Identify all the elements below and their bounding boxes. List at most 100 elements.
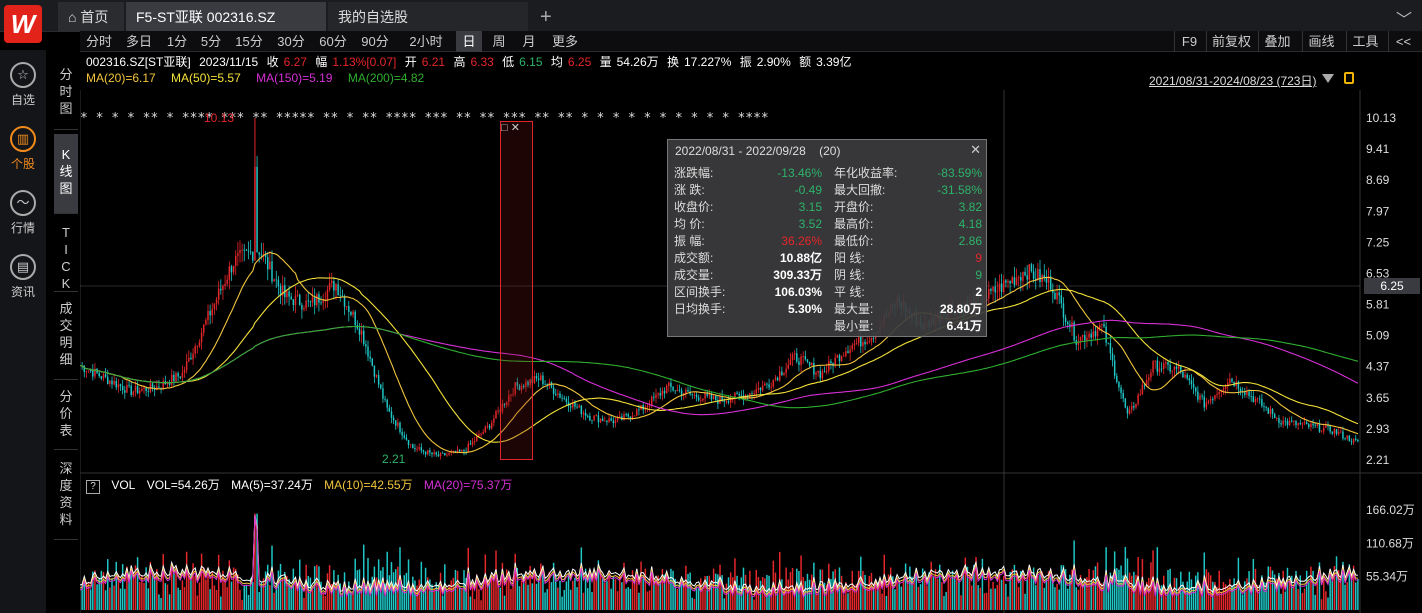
volume-bar [958,579,960,610]
candle-body [868,341,871,343]
collapse-panel-button[interactable]: << [1388,31,1418,52]
stat-label: 振 幅: [674,234,705,248]
candle-body [444,452,446,456]
period-day[interactable]: 日 [456,31,482,52]
volume-bar [488,582,491,610]
volume-tick-label: 166.02万 [1366,503,1415,517]
volume-bar [804,581,807,610]
chevron-down-icon[interactable]: ﹀ [1396,6,1412,30]
candle-body [719,396,721,404]
high-label: 高 [453,55,466,69]
candle-body [87,370,90,372]
selection-controls[interactable]: □ ✕ [501,121,520,134]
vtab-depth-data[interactable]: 深度资料 [54,456,78,540]
candle-body [992,286,994,291]
volume-bar [1320,599,1323,610]
tools-button[interactable]: 工具 [1346,31,1384,52]
candle-body [365,344,367,347]
candle-body [420,447,423,451]
stat-row: 收盘价: 3.15 [674,199,822,216]
candle-body [1318,424,1321,432]
candle-body [224,283,226,286]
candle-body [337,284,339,296]
candle-body [665,385,668,394]
volume-bar [994,588,996,610]
candle-body [433,452,435,455]
volume-bar [115,561,118,610]
period-5min[interactable]: 5分 [196,31,226,52]
period-month[interactable]: 月 [516,31,542,52]
maximize-icon[interactable]: □ [501,122,508,134]
period-60min[interactable]: 60分 [314,31,352,52]
volume-bar [1308,581,1310,610]
period-2hour[interactable]: 2小时 [398,31,454,52]
period-more[interactable]: 更多 [546,31,584,52]
vtab-price-table[interactable]: 分价表 [54,384,78,450]
volume-bar [753,599,755,610]
candle-body [469,443,472,445]
close-icon[interactable]: ✕ [970,142,981,158]
candle-body [554,393,557,395]
candle-body [392,417,395,421]
lock-icon[interactable] [1344,72,1354,84]
draw-line-button[interactable]: 画线 [1302,31,1340,52]
tab-home[interactable]: ⌂ 首页 [58,2,124,32]
candle-body [1032,271,1035,279]
volume-bar [217,554,220,610]
volume-bar [124,588,126,610]
candle-body [1030,264,1033,272]
vtab-timeshare[interactable]: 分时图 [54,66,78,130]
volume-bar [898,580,900,610]
sidebar-item-news[interactable]: ▤ 资讯 [0,254,46,300]
stat-value: 3.52 [798,217,822,231]
candle-body [857,336,860,343]
candle-body [1271,408,1274,414]
tab-stock[interactable]: F5-ST亚联 002316.SZ [126,2,326,32]
volume-bar [292,568,295,610]
candle-body [1331,431,1334,434]
volume-bar [808,579,811,610]
add-tab-button[interactable]: + [530,2,560,32]
period-90min[interactable]: 90分 [356,31,394,52]
date-range[interactable]: 2021/08/31-2024/08/23 (723日) [1149,72,1316,89]
period-30min[interactable]: 30分 [272,31,310,52]
candle-body [866,342,868,345]
forward-adjust-button[interactable]: 前复权 [1206,31,1256,52]
volume-bar [979,587,982,610]
range-selection[interactable] [500,121,533,460]
f9-button[interactable]: F9 [1174,31,1204,52]
sidebar-item-market[interactable]: 〜行情 [0,190,46,236]
period-multiday[interactable]: 多日 [120,31,158,52]
candle-body [1152,361,1154,373]
sidebar-item-watchlist[interactable]: ☆ 自选 [0,62,46,108]
vtab-trade-detail[interactable]: 成交明细 [54,296,78,380]
triangle-down-icon[interactable] [1322,74,1334,83]
help-icon[interactable]: ? [86,480,100,494]
period-week[interactable]: 周 [486,31,512,52]
period-timeshare[interactable]: 分时 [80,31,118,52]
volume-bar [188,574,190,610]
period-1min[interactable]: 1分 [162,31,192,52]
candle-body [1288,420,1291,426]
candle-body [461,450,463,452]
sidebar-item-stock[interactable]: ▥ 个股 [0,126,46,172]
vtab-kline[interactable]: K线图 [54,134,78,214]
volume-bar [544,592,546,610]
stat-value: 9 [975,268,982,282]
candle-body [757,387,760,390]
candle-body [1013,277,1016,285]
candle-body [190,357,192,360]
period-15min[interactable]: 15分 [230,31,268,52]
candle-body [320,302,322,304]
tab-watchlist[interactable]: 我的自选股 [328,2,528,32]
volume-bar [941,582,943,610]
vtab-tick[interactable]: TICK [54,220,78,292]
candle-body [1194,387,1197,392]
overlay-button[interactable]: 叠加 [1258,31,1296,52]
volume-bar [785,567,787,610]
volume-label: 量 [599,55,612,69]
candle-body [659,393,662,396]
close-icon[interactable]: ✕ [511,122,520,134]
stat-value: 3.82 [958,200,982,214]
candle-body [593,415,595,421]
